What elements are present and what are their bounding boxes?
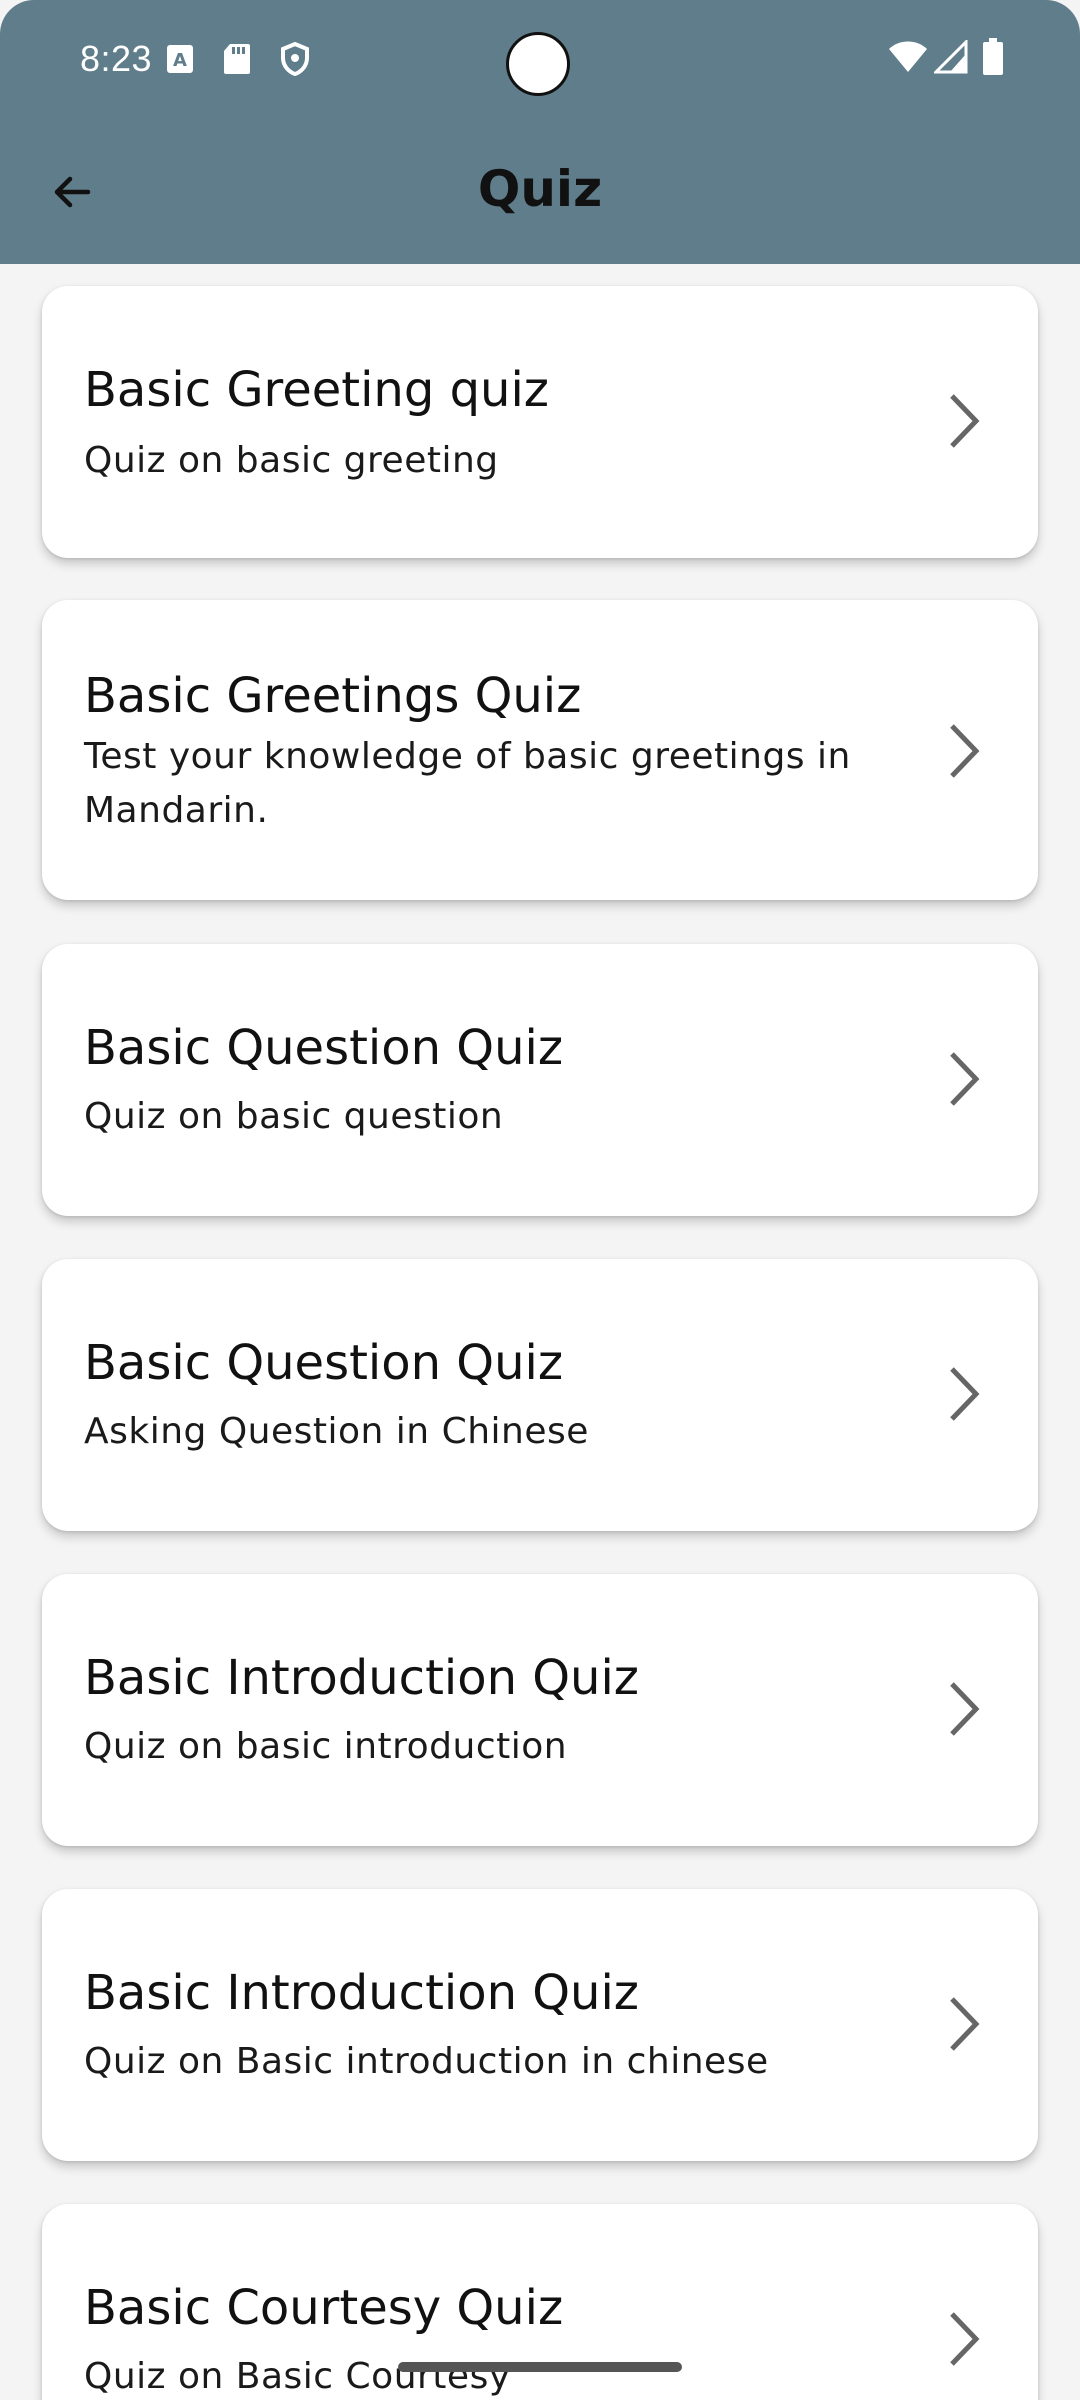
page-title: Quiz bbox=[477, 160, 603, 218]
quiz-subtitle: Quiz on Basic Courtesy bbox=[84, 2356, 511, 2397]
signal-icon bbox=[932, 38, 968, 78]
quiz-title: Basic Introduction Quiz bbox=[84, 1650, 639, 1706]
quiz-card[interactable]: Basic Question Quiz Quiz on basic questi… bbox=[42, 944, 1038, 1216]
quiz-card[interactable]: Basic Introduction Quiz Quiz on basic in… bbox=[42, 1574, 1038, 1846]
quiz-subtitle: Test your knowledge of basic greetings i… bbox=[84, 736, 851, 831]
quiz-card[interactable]: Basic Greetings Quiz Test your knowledge… bbox=[42, 600, 1038, 900]
quiz-subtitle: Quiz on basic question bbox=[84, 1096, 504, 1137]
chevron-right-icon bbox=[950, 1367, 980, 1421]
quiz-subtitle: Asking Question in Chinese bbox=[84, 1411, 589, 1452]
app-bar: 8:23 A Quiz bbox=[0, 0, 1080, 264]
quiz-title: Basic Question Quiz bbox=[84, 1020, 564, 1076]
quiz-card[interactable]: Basic Greeting quiz Quiz on basic greeti… bbox=[42, 286, 1038, 558]
quiz-card[interactable]: Basic Introduction Quiz Quiz on Basic in… bbox=[42, 1889, 1038, 2161]
quiz-title: Basic Greetings Quiz bbox=[84, 668, 582, 724]
status-time: 8:23 bbox=[80, 38, 153, 79]
sd-card-icon bbox=[222, 42, 252, 80]
quiz-title: Basic Courtesy Quiz bbox=[84, 2280, 564, 2336]
quiz-title: Basic Introduction Quiz bbox=[84, 1965, 639, 2021]
battery-icon bbox=[982, 38, 1004, 80]
wifi-icon bbox=[888, 40, 928, 78]
quiz-subtitle: Quiz on basic greeting bbox=[84, 440, 499, 481]
chevron-right-icon bbox=[950, 724, 980, 778]
chevron-right-icon bbox=[950, 1997, 980, 2051]
quiz-subtitle: Quiz on Basic introduction in chinese bbox=[84, 2041, 769, 2082]
font-icon: A bbox=[166, 44, 194, 78]
shield-icon bbox=[280, 41, 310, 80]
quiz-title: Basic Question Quiz bbox=[84, 1335, 564, 1391]
quiz-subtitle: Quiz on basic introduction bbox=[84, 1726, 568, 1767]
svg-text:A: A bbox=[173, 50, 187, 71]
quiz-title: Basic Greeting quiz bbox=[84, 362, 549, 418]
home-indicator[interactable] bbox=[398, 2362, 682, 2372]
chevron-right-icon bbox=[950, 2312, 980, 2366]
quiz-card[interactable]: Basic Question Quiz Asking Question in C… bbox=[42, 1259, 1038, 1531]
chevron-right-icon bbox=[950, 1052, 980, 1106]
camera-cutout bbox=[506, 32, 570, 96]
chevron-right-icon bbox=[950, 1682, 980, 1736]
screen: 8:23 A Quiz Basic Greeting quiz Quiz on … bbox=[0, 0, 1080, 2400]
chevron-right-icon bbox=[950, 394, 980, 448]
toolbar: Quiz bbox=[0, 120, 1080, 264]
